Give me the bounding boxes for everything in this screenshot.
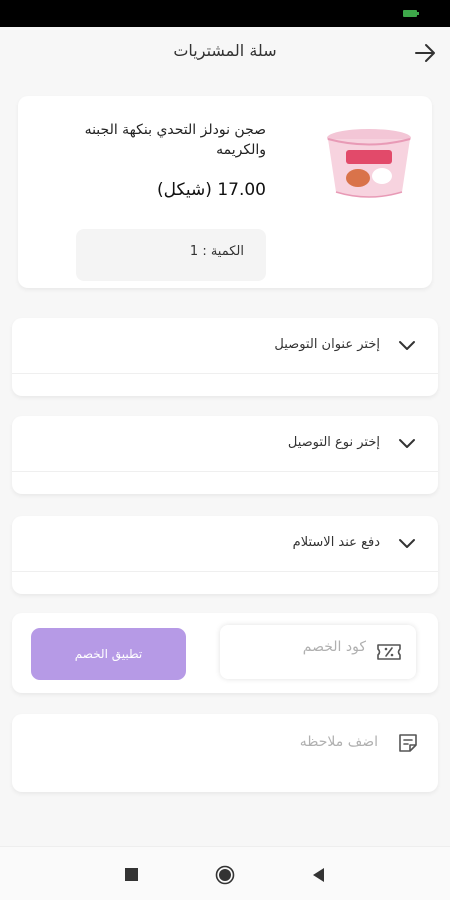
recent-apps-icon[interactable] xyxy=(125,868,138,881)
status-bar xyxy=(0,0,450,27)
address-select-label: إختر عنوان التوصيل xyxy=(274,337,380,352)
arrow-right-icon[interactable] xyxy=(414,42,436,64)
quantity-box[interactable]: الكمية : 1 xyxy=(76,229,266,281)
product-price: 17.00 (شيكل) xyxy=(157,180,266,200)
divider xyxy=(12,571,438,572)
note-section xyxy=(12,714,438,792)
payment-method-select[interactable]: دفع عند الاستلام xyxy=(12,516,438,594)
system-nav-bar xyxy=(0,846,450,900)
note-input[interactable] xyxy=(118,734,378,750)
chevron-down-icon xyxy=(399,341,415,350)
product-image xyxy=(327,129,411,198)
discount-ticket-icon xyxy=(377,644,401,660)
cart-item-card: صجن نودلز التحدي بنكهة الجبنه والكريمه 1… xyxy=(18,96,432,288)
delivery-type-select[interactable]: إختر نوع التوصيل xyxy=(12,416,438,494)
chevron-down-icon xyxy=(399,439,415,448)
coupon-input[interactable] xyxy=(236,639,366,655)
app-bar: سلة المشتريات xyxy=(0,27,450,79)
product-name: صجن نودلز التحدي بنكهة الجبنه والكريمه xyxy=(84,122,266,158)
note-icon xyxy=(399,734,417,752)
page-title: سلة المشتريات xyxy=(173,41,277,60)
delivery-type-label: إختر نوع التوصيل xyxy=(287,435,380,450)
divider xyxy=(12,373,438,374)
apply-discount-button[interactable]: تطبيق الخصم xyxy=(31,628,186,680)
coupon-section: تطبيق الخصم xyxy=(12,613,438,693)
back-triangle-icon[interactable] xyxy=(310,866,326,884)
payment-method-label: دفع عند الاستلام xyxy=(292,535,380,550)
chevron-down-icon xyxy=(399,539,415,548)
divider xyxy=(12,471,438,472)
address-select[interactable]: إختر عنوان التوصيل xyxy=(12,318,438,396)
coupon-field[interactable] xyxy=(220,625,416,679)
home-icon[interactable] xyxy=(215,865,235,885)
battery-icon xyxy=(403,10,419,17)
